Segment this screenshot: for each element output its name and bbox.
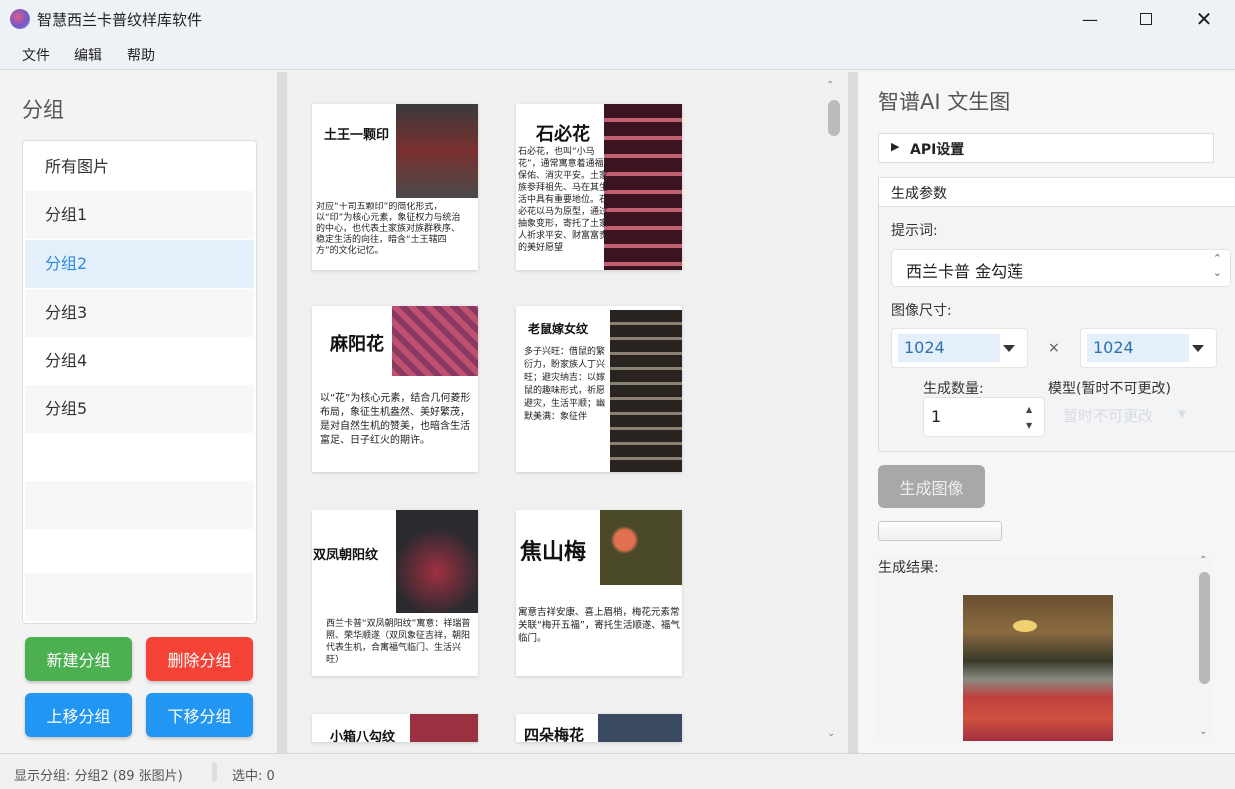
status-group: 显示分组: 分组2 (89 张图片)	[14, 765, 183, 784]
pattern-image	[396, 510, 478, 613]
move-up-group-button[interactable]: 上移分组	[25, 693, 132, 737]
window-title: 智慧西兰卡普纹样库软件	[37, 9, 202, 30]
pattern-image	[604, 104, 682, 270]
image-card[interactable]: 四朵梅花	[516, 714, 682, 742]
status-selected: 选中: 0	[232, 765, 275, 784]
model-select: 暂时不可更改	[1063, 405, 1153, 426]
card-description: 对应“十司五颗印”的简化形式，以“印”为核心元素，象征权力与统治的中心，也代表土…	[316, 202, 466, 268]
model-label: 模型(暂时不可更改)	[1048, 378, 1171, 398]
size-label: 图像尺寸:	[891, 300, 952, 320]
card-description: 多子兴旺：借鼠的繁衍力，盼家族人丁兴旺；避灾纳吉：以嫁鼠的趣味形式，祈愿避灾，生…	[524, 346, 608, 470]
minimize-icon[interactable]: —	[1061, 0, 1119, 38]
card-title: 土王一颗印	[324, 124, 389, 143]
group-item-all[interactable]: 所有图片	[25, 143, 254, 191]
close-icon[interactable]: ✕	[1175, 0, 1233, 38]
group-item-2[interactable]: 分组2	[25, 240, 254, 288]
group-item-3[interactable]: 分组3	[25, 289, 254, 337]
scroll-down-icon[interactable]: ⌄	[827, 728, 835, 739]
group-list: 所有图片 分组1 分组2 分组3 分组4 分组5	[22, 140, 257, 624]
times-sign: ×	[1048, 340, 1060, 356]
pattern-image	[410, 714, 478, 742]
card-description: 石必花，也叫“小马花”，通常寓意着通福保佑、消灾平安。土家族参拜祖先、马在其生活…	[518, 146, 608, 268]
result-scroll-down-icon[interactable]: ⌄	[1199, 726, 1207, 737]
pattern-image	[392, 306, 478, 376]
prompt-value: 西兰卡普 金勾莲	[906, 258, 1023, 282]
splitter-left[interactable]	[277, 72, 287, 753]
width-value: 1024	[898, 334, 1000, 362]
gallery-scrollbar[interactable]	[828, 100, 840, 136]
menu-file[interactable]: 文件	[22, 45, 50, 65]
menu-help[interactable]: 帮助	[127, 45, 155, 65]
count-value: 1	[931, 407, 941, 426]
prompt-scroll-icon[interactable]: ⌃⌄	[1213, 252, 1222, 280]
image-card[interactable]: 老鼠嫁女纹 多子兴旺：借鼠的繁衍力，盼家族人丁兴旺；避灾纳吉：以嫁鼠的趣味形式，…	[516, 306, 682, 472]
ai-panel: 智谱AI 文生图 ▶ API设置 生成参数 提示词: 西兰卡普 金勾莲 ⌃⌄ 图…	[858, 72, 1235, 753]
card-title: 双凤朝阳纹	[313, 544, 378, 563]
count-label: 生成数量:	[923, 378, 984, 398]
dropdown-arrow-icon	[1003, 345, 1015, 352]
menu-bar: 文件 编辑 帮助	[0, 38, 1235, 70]
count-spinner[interactable]: 1 ▲▼	[923, 397, 1045, 437]
card-description: 寓意吉祥安康、喜上眉梢，梅花元素常关联“梅开五福”，寄托生活顺遂、福气临门。	[518, 606, 680, 645]
api-settings-toggle[interactable]: ▶ API设置	[878, 133, 1214, 163]
expand-triangle-icon: ▶	[891, 140, 899, 153]
app-logo-icon	[10, 9, 30, 29]
menu-edit[interactable]: 编辑	[74, 45, 102, 65]
title-bar: 智慧西兰卡普纹样库软件 — ✕	[0, 0, 1235, 38]
result-scrollbar[interactable]	[1199, 572, 1210, 684]
group-panel-title: 分组	[22, 94, 64, 124]
progress-bar	[878, 521, 1002, 541]
flower-shape	[1013, 620, 1037, 632]
status-bar: 显示分组: 分组2 (89 张图片) 选中: 0	[0, 753, 1235, 789]
width-select[interactable]: 1024	[891, 328, 1028, 368]
prompt-input[interactable]: 西兰卡普 金勾莲 ⌃⌄	[891, 249, 1231, 287]
prompt-label: 提示词:	[891, 220, 938, 240]
group-item-5[interactable]: 分组5	[25, 385, 254, 433]
dropdown-arrow-icon	[1192, 345, 1204, 352]
card-title: 石必花	[536, 120, 590, 146]
image-card[interactable]: 焦山梅 寓意吉祥安康、喜上眉梢，梅花元素常关联“梅开五福”，寄托生活顺遂、福气临…	[516, 510, 682, 676]
pattern-image	[598, 714, 682, 742]
card-title: 老鼠嫁女纹	[528, 320, 588, 337]
result-label: 生成结果:	[878, 557, 939, 577]
group-item-1[interactable]: 分组1	[25, 191, 254, 239]
image-card[interactable]: 麻阳花 以“花”为核心元素，结合几何菱形布局，象征生机盎然、美好繁茂，是对自然生…	[312, 306, 478, 472]
params-section-label: 生成参数	[891, 183, 947, 203]
height-select[interactable]: 1024	[1080, 328, 1217, 368]
card-title: 四朵梅花	[524, 724, 584, 742]
params-section-header: 生成参数	[878, 177, 1235, 207]
pattern-image	[610, 310, 682, 472]
delete-group-button[interactable]: 删除分组	[146, 637, 253, 681]
result-scroll-up-icon[interactable]: ⌃	[1199, 555, 1207, 566]
image-gallery: 土王一颗印 对应“十司五颗印”的简化形式，以“印”为核心元素，象征权力与统治的中…	[287, 72, 848, 753]
move-down-group-button[interactable]: 下移分组	[146, 693, 253, 737]
maximize-icon[interactable]	[1117, 0, 1175, 38]
empty-row	[25, 573, 254, 621]
image-card[interactable]: 石必花 石必花，也叫“小马花”，通常寓意着通福保佑、消灾平安。土家族参拜祖先、马…	[516, 104, 682, 270]
image-card[interactable]: 小箱八勾纹	[312, 714, 478, 742]
ai-panel-title: 智谱AI 文生图	[878, 86, 1010, 116]
group-item-4[interactable]: 分组4	[25, 337, 254, 385]
pattern-image	[600, 510, 682, 585]
spinner-arrows-icon[interactable]: ▲▼	[1026, 402, 1032, 434]
image-card[interactable]: 土王一颗印 对应“十司五颗印”的简化形式，以“印”为核心元素，象征权力与统治的中…	[312, 104, 478, 270]
splitter-right[interactable]	[848, 72, 858, 753]
card-title: 小箱八勾纹	[330, 726, 395, 742]
empty-row	[25, 481, 254, 529]
new-group-button[interactable]: 新建分组	[25, 637, 132, 681]
scroll-up-icon[interactable]: ⌃	[826, 80, 834, 91]
pattern-image	[396, 104, 478, 198]
generated-image	[963, 595, 1113, 741]
status-separator	[212, 763, 217, 781]
card-description: 以“花”为核心元素，结合几何菱形布局，象征生机盎然、美好繁茂，是对自然生机的赞美…	[320, 392, 472, 448]
model-dropdown-icon: ▼	[1178, 409, 1186, 420]
generate-image-button[interactable]: 生成图像	[878, 465, 985, 508]
height-value: 1024	[1087, 334, 1189, 362]
card-title: 麻阳花	[330, 330, 384, 356]
image-card[interactable]: 双凤朝阳纹 西兰卡普“双凤朝阳纹”寓意：祥瑞普照、荣华顺遂（双凤象征吉祥，朝阳代…	[312, 510, 478, 676]
group-panel: 分组 所有图片 分组1 分组2 分组3 分组4 分组5 新建分组 删除分组 上移…	[0, 72, 277, 753]
card-description: 西兰卡普“双凤朝阳纹”寓意：祥瑞普照、荣华顺遂（双凤象征吉祥，朝阳代表生机，合寓…	[326, 618, 474, 666]
api-settings-label: API设置	[910, 139, 964, 159]
card-title: 焦山梅	[520, 534, 586, 566]
